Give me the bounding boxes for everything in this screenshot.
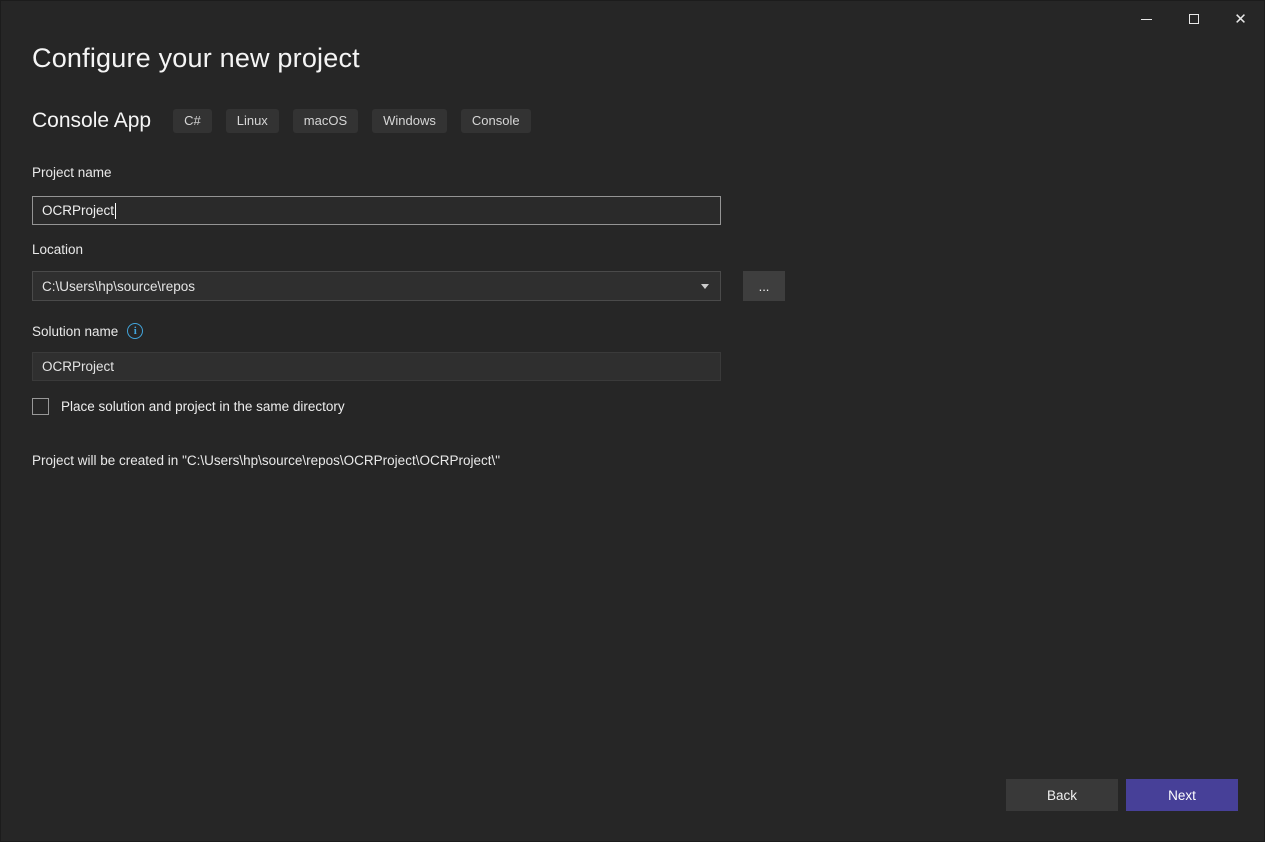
created-in-text: Project will be created in "C:\Users\hp\… — [32, 453, 500, 468]
minimize-icon — [1141, 18, 1152, 20]
close-icon: ✕ — [1234, 10, 1247, 28]
solution-name-label: Solution name — [32, 323, 119, 339]
maximize-icon — [1188, 14, 1199, 24]
window-controls: ✕ — [1123, 1, 1264, 37]
next-button[interactable]: Next — [1126, 779, 1238, 811]
project-name-input[interactable]: OCRProject — [32, 196, 721, 225]
project-name-value: OCRProject — [42, 203, 115, 218]
same-directory-label: Place solution and project in the same d… — [61, 399, 345, 414]
minimize-button[interactable] — [1123, 1, 1170, 37]
tag-linux: Linux — [225, 109, 279, 133]
page-title: Configure your new project — [32, 43, 360, 73]
maximize-button[interactable] — [1170, 1, 1217, 37]
location-value: C:\Users\hp\source\repos — [42, 278, 196, 294]
chevron-down-icon — [701, 283, 709, 289]
same-directory-row: Place solution and project in the same d… — [32, 398, 345, 415]
browse-location-button[interactable]: ... — [743, 271, 785, 301]
text-caret — [115, 202, 117, 219]
project-name-label: Project name — [32, 165, 112, 180]
solution-name-input[interactable]: OCRProject — [32, 352, 721, 381]
info-icon[interactable]: i — [127, 323, 144, 339]
tag-macos: macOS — [292, 109, 359, 133]
tag-csharp: C# — [173, 109, 212, 133]
project-type-row: Console App C# Linux macOS Windows Conso… — [32, 109, 531, 133]
configure-project-dialog: ✕ Configure your new project Console App… — [0, 0, 1265, 842]
location-label: Location — [32, 242, 84, 257]
back-button[interactable]: Back — [1006, 779, 1118, 811]
solution-name-value: OCRProject — [42, 359, 115, 374]
location-combobox[interactable]: C:\Users\hp\source\repos — [32, 271, 721, 301]
tag-console: Console — [460, 109, 531, 133]
tag-list: C# Linux macOS Windows Console — [173, 109, 531, 133]
project-type-name: Console App — [32, 109, 152, 132]
same-directory-checkbox[interactable] — [32, 398, 49, 415]
solution-name-label-row: Solution name i — [32, 323, 144, 339]
tag-windows: Windows — [372, 109, 447, 133]
close-button[interactable]: ✕ — [1217, 1, 1264, 37]
